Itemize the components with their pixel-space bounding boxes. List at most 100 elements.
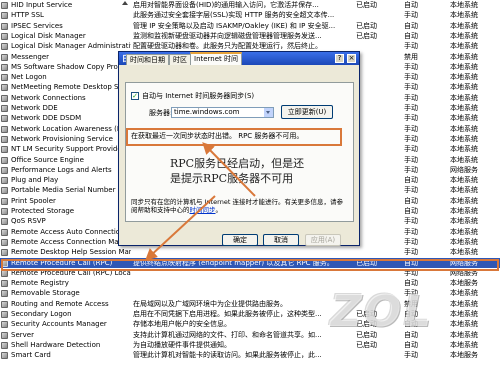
chevron-down-icon[interactable] — [264, 108, 273, 117]
service-startup-type: 自动 — [404, 31, 418, 40]
service-startup-type: 手动 — [404, 155, 418, 164]
service-row[interactable]: HID Input Service 启用对智能界面设备(HID)的通用输入访问，它… — [0, 0, 500, 10]
service-name: Smart Card — [11, 351, 51, 360]
service-name: Network Provisioning Service — [11, 134, 113, 143]
service-startup-type: 自动 — [404, 207, 418, 215]
service-startup-type: 手动 — [404, 124, 418, 133]
service-startup-type: 自动 — [404, 176, 418, 185]
service-logon-as: 本地系统 — [450, 145, 478, 154]
sync-note-text: 同步只有在您的计算机与 Internet 连接时才能进行。有关更多信息，请参阅帮… — [131, 198, 343, 214]
tab-time-zone[interactable]: 时区 — [169, 54, 191, 65]
service-name: NetMeeting Remote Desktop Sharing — [11, 83, 131, 92]
service-description: 在局域网以及广域网环境中为企业提供路由服务。 — [133, 299, 287, 308]
service-logon-as: 本地系统 — [450, 62, 478, 71]
service-gear-icon — [1, 311, 8, 318]
service-name: HTTP SSL — [11, 11, 44, 20]
service-logon-as: 本地系统 — [450, 340, 478, 349]
service-gear-icon — [1, 105, 8, 112]
auto-sync-checkbox[interactable]: ✓ — [131, 92, 139, 100]
annotation-line-1: RPC服务已经启动，但是还 — [170, 157, 305, 170]
help-button[interactable]: ? — [335, 54, 344, 63]
service-row[interactable]: IPSEC Services 管理 IP 安全策略以及启动 ISAKMP/Oakl… — [0, 21, 500, 31]
service-startup-type: 手动 — [404, 227, 418, 236]
service-name: Network DDE DSDM — [11, 114, 82, 123]
update-now-button[interactable]: 立即更新(U) — [281, 105, 333, 119]
service-name: Routing and Remote Access — [11, 299, 109, 308]
service-name: MS Software Shadow Copy Provider — [11, 62, 131, 71]
sort-arrow-icon — [122, 1, 128, 5]
service-gear-icon — [1, 321, 8, 329]
service-name: Logical Disk Manager Administrative S... — [11, 42, 131, 51]
service-name: Shell Hardware Detection — [11, 340, 101, 349]
service-logon-as: 本地系统 — [450, 104, 478, 112]
service-gear-icon — [1, 156, 8, 164]
service-logon-as: 本地系统 — [450, 196, 478, 205]
service-startup-type: 自动 — [404, 340, 418, 349]
service-name: Portable Media Serial Number Service — [11, 186, 131, 195]
service-row[interactable]: HTTP SSL 此服务通过安全套接字层(SSL)实现 HTTP 服务的安全超文本… — [0, 10, 500, 20]
service-name: Protected Storage — [11, 207, 75, 215]
service-logon-as: 本地系统 — [450, 42, 478, 51]
service-startup-type: 自动 — [404, 1, 418, 9]
service-startup-type: 手动 — [404, 73, 418, 82]
service-gear-icon — [1, 218, 8, 226]
sync-note-end: 。 — [215, 206, 223, 214]
tab-internet-time[interactable]: Internet 时间 — [190, 52, 243, 65]
apply-button[interactable]: 应用(A) — [305, 234, 341, 246]
service-name: Messenger — [11, 52, 50, 61]
service-row[interactable]: Logical Disk Manager 监测和监视新硬盘驱动器并向逻辑磁盘管理器… — [0, 31, 500, 41]
service-description: 启用对智能界面设备(HID)的通用输入访问，它激活并保存... — [133, 1, 319, 9]
service-name: QoS RSVP — [11, 217, 46, 226]
date-time-properties-dialog: 日期和时间 属性 ? × 时间和日期 时区 Internet 时间 ✓ 自动与 … — [118, 51, 360, 246]
service-logon-as: 本地系统 — [450, 134, 478, 143]
service-gear-icon — [1, 63, 8, 71]
service-gear-icon — [1, 2, 8, 9]
service-name: Removable Storage — [11, 289, 80, 298]
service-startup-type: 手动 — [404, 217, 418, 226]
service-logon-as: 本地系统 — [450, 217, 478, 226]
service-logon-as: 本地系统 — [450, 186, 478, 195]
server-label: 服务器: — [149, 109, 173, 117]
service-gear-icon — [1, 12, 8, 20]
sync-error-message: 在获取最近一次同步状态时出错。 RPC 服务器不可用。 — [131, 132, 304, 140]
service-logon-as: 本地系统 — [450, 330, 478, 339]
server-select[interactable]: time.windows.com — [171, 107, 274, 118]
service-startup-type: 手动 — [404, 165, 418, 174]
service-name: Network Connections — [11, 93, 86, 102]
ok-button[interactable]: 确定 — [222, 234, 258, 246]
close-button[interactable]: × — [347, 54, 356, 63]
service-gear-icon — [1, 43, 8, 51]
cancel-button[interactable]: 取消 — [263, 234, 299, 246]
service-status: 已启动 — [356, 31, 377, 40]
service-gear-icon — [1, 115, 8, 123]
service-logon-as: 本地系统 — [450, 320, 478, 329]
service-startup-type: 手动 — [404, 83, 418, 92]
service-description: 存储本地用户帐户的安全信息。 — [133, 320, 231, 329]
service-logon-as: 本地系统 — [450, 93, 478, 102]
service-row[interactable]: Smart Card 管理此计算机对智能卡的读取访问。如果此服务被停止，此... 手… — [0, 350, 500, 360]
service-gear-icon — [1, 166, 8, 174]
service-logon-as: 本地服务 — [450, 279, 478, 288]
service-name: NT LM Security Support Provider — [11, 145, 125, 154]
tab-time-and-date[interactable]: 时间和日期 — [126, 54, 169, 65]
service-description: 启用在不同凭据下启用进程。如果此服务被停止，这种类型... — [133, 310, 322, 318]
service-logon-as: 本地系统 — [450, 73, 478, 82]
auto-sync-label: 自动与 Internet 时间服务器同步(S) — [142, 92, 255, 100]
service-gear-icon — [1, 135, 8, 143]
service-logon-as: 本地系统 — [450, 176, 478, 185]
service-name: Plug and Play — [11, 176, 59, 185]
service-gear-icon — [1, 331, 8, 339]
service-name: Print Spooler — [11, 196, 56, 205]
service-row[interactable]: Remote Desktop Help Session Manager 手动 本地系… — [0, 247, 500, 257]
service-description: 监测和监视新硬盘驱动器并向逻辑磁盘管理器管理服务发送... — [133, 31, 322, 40]
service-description: 为自动播放硬件事件提供通知。 — [133, 340, 231, 349]
service-gear-icon — [1, 208, 8, 215]
service-name: Remote Access Connection Manager — [11, 237, 131, 246]
service-row[interactable]: Shell Hardware Detection 为自动播放硬件事件提供通知。 已启… — [0, 340, 500, 350]
service-startup-type: 手动 — [404, 351, 418, 360]
annotation-text: RPC服务已经启动，但是还 是提示RPC服务器不可用 — [170, 156, 304, 186]
service-gear-icon — [1, 197, 8, 205]
time-sync-help-link[interactable]: 时间同步 — [190, 206, 216, 214]
service-row[interactable]: Logical Disk Manager Administrative S...… — [0, 41, 500, 51]
service-startup-type: 自动 — [404, 196, 418, 205]
